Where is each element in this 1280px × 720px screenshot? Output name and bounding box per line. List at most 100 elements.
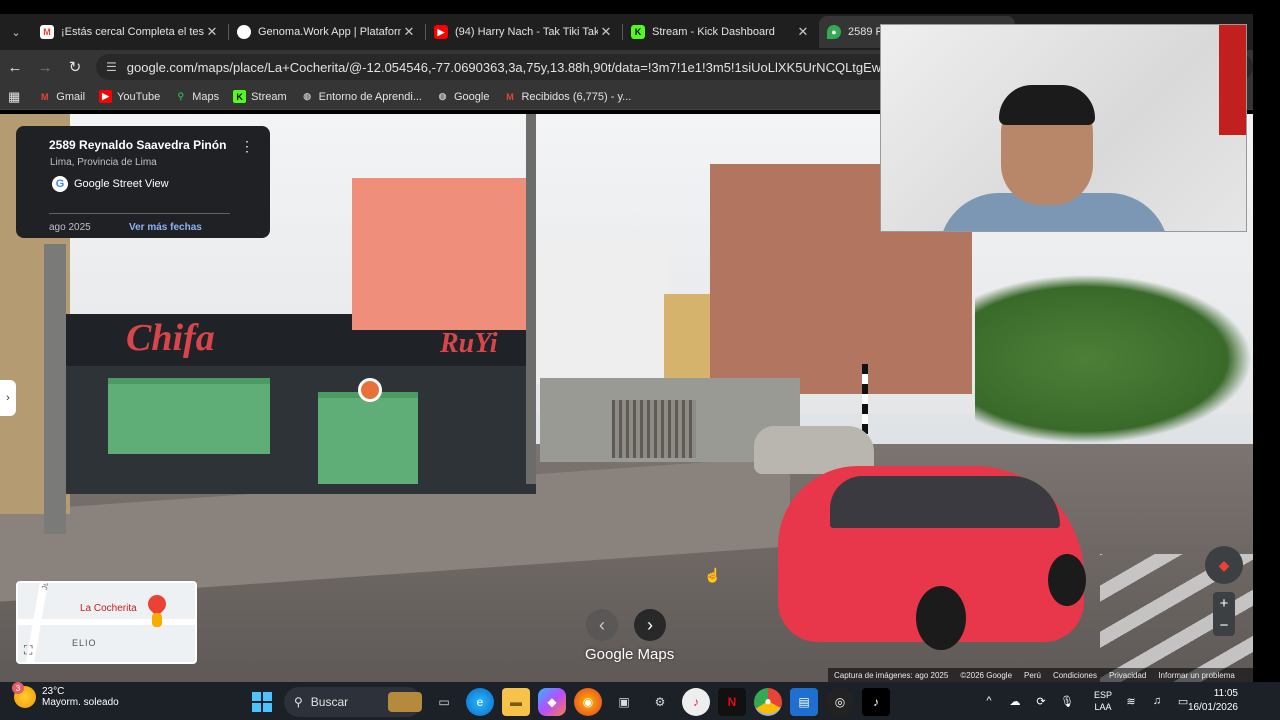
task-view-icon[interactable]: ▭ [430, 688, 458, 716]
tab-kick[interactable]: K Stream - Kick Dashboard ✕ [623, 16, 819, 48]
zoom-out-button[interactable]: − [1213, 614, 1235, 636]
bookmark-gmail[interactable]: M Gmail [38, 90, 85, 103]
bookmark-entorno[interactable]: ◍ Entorno de Aprendi... [301, 90, 422, 103]
wheel [1048, 554, 1086, 606]
time: 11:05 [1213, 688, 1238, 699]
close-icon[interactable]: ✕ [401, 24, 417, 40]
maps-icon: ● [827, 25, 841, 39]
minimap[interactable]: Juan Olaechea Arn La Cocherita ELIO ⛶ [16, 581, 197, 664]
minimap-place-label: La Cocherita [80, 603, 137, 614]
tab-title: Genoma.Work App | Plataforma [258, 26, 401, 38]
back-icon[interactable]: ← [0, 52, 30, 82]
sync-icon[interactable]: ⟳ [1032, 695, 1050, 708]
weather-widget[interactable]: 3 23°C Mayorm. soleado [12, 682, 119, 708]
bookmark-label: Stream [251, 90, 287, 103]
google-icon: G [52, 176, 68, 192]
bookmark-label: Google [454, 90, 490, 103]
search-icon: ⚲ [294, 695, 303, 709]
gate [612, 400, 696, 458]
music-icon[interactable]: ♪ [682, 688, 710, 716]
clock[interactable]: 11:05 16/01/2026 [1186, 687, 1238, 715]
zoom-in-button[interactable]: + [1213, 592, 1235, 614]
close-icon[interactable]: ✕ [204, 24, 220, 40]
minimap-area-label: ELIO [72, 638, 97, 648]
language-indicator[interactable]: ESP LAA [1094, 689, 1112, 713]
chevron-up-icon[interactable]: ^ [980, 695, 998, 707]
forward-icon[interactable]: → [30, 52, 60, 82]
tiktok-icon[interactable]: ♪ [862, 688, 890, 716]
store-icon[interactable]: ▣ [610, 688, 638, 716]
street-view-source: G Google Street View [52, 176, 169, 192]
site-info-icon[interactable]: ☰ [106, 60, 117, 74]
weather-condition: Mayorm. soleado [42, 697, 119, 708]
reload-icon[interactable]: ↻ [60, 52, 90, 82]
taskbar-search[interactable]: ⚲ Buscar [284, 687, 422, 717]
more-dates-link[interactable]: Ver más fechas [129, 222, 202, 233]
layout-code: LAA [1094, 702, 1112, 712]
compass-icon[interactable]: ◆ [1205, 546, 1243, 584]
bookmark-youtube[interactable]: ▶ YouTube [99, 90, 160, 103]
obs-icon[interactable]: ◎ [826, 688, 854, 716]
capture-credit: Captura de imágenes: ago 2025 [834, 670, 949, 680]
tab-gmail[interactable]: M ¡Estás cercal Completa el test p ✕ [32, 16, 228, 48]
hand-cursor-icon: ☝ [704, 567, 722, 583]
bookmark-recibidos[interactable]: M Recibidos (6,775) - y... [503, 90, 631, 103]
globe-icon: ◍ [303, 91, 312, 101]
gmail-icon: M [41, 91, 49, 102]
expand-panel-icon[interactable]: › [0, 380, 16, 416]
previous-arrow-icon[interactable]: ‹ [586, 609, 618, 641]
copilot-icon[interactable]: ◆ [538, 688, 566, 716]
youtube-icon: ▶ [434, 25, 448, 39]
wifi-icon[interactable]: ≋ [1122, 695, 1140, 708]
screen: ⌄ M ¡Estás cercal Completa el test p ✕ G… [0, 0, 1280, 720]
bookmark-label: Entorno de Aprendi... [318, 90, 422, 103]
tab-youtube[interactable]: ▶ (94) Harry Nach - Tak Tiki Tak (V ✕ [426, 16, 622, 48]
building-yellow [664, 294, 714, 384]
wheel [916, 586, 966, 650]
chrome-icon[interactable]: ● [754, 688, 782, 716]
bookmark-label: Recibidos (6,775) - y... [521, 90, 632, 103]
country-link[interactable]: Perú [1024, 671, 1041, 680]
search-placeholder: Buscar [310, 695, 349, 709]
windows-start-icon[interactable] [252, 692, 272, 712]
divider [49, 213, 230, 214]
bookmark-stream[interactable]: K Stream [233, 90, 287, 103]
settings-app-icon[interactable]: ⚙ [646, 688, 674, 716]
taskbar-apps: ⚲ Buscar ▭ e ▬ ◆ ◉ ▣ ⚙ ♪ N ● ▤ ◎ ♪ [248, 687, 898, 717]
next-arrow-icon[interactable]: › [634, 609, 666, 641]
close-icon[interactable]: ✕ [795, 24, 811, 40]
privacy-link[interactable]: Privacidad [1109, 671, 1146, 680]
bookmark-maps[interactable]: ⚲ Maps [174, 90, 219, 103]
netflix-icon[interactable]: N [718, 688, 746, 716]
microphone-icon[interactable]: 🎙 [1058, 695, 1076, 708]
terms-link[interactable]: Condiciones [1053, 671, 1097, 680]
report-link[interactable]: Informar un problema [1158, 671, 1234, 680]
cloud-icon[interactable]: ☁ [1006, 695, 1024, 708]
webcam-overlay [880, 24, 1247, 232]
search-highlight-icon [388, 692, 422, 712]
firefox-icon[interactable]: ◉ [574, 688, 602, 716]
building-white [528, 244, 668, 384]
url-text: google.com/maps/place/La+Cocherita/@-12.… [126, 59, 999, 75]
edge-icon[interactable]: e [466, 688, 494, 716]
app-window-icon[interactable]: ▤ [790, 688, 818, 716]
attribution-bar: Captura de imágenes: ago 2025 ©2026 Goog… [828, 668, 1253, 682]
source-label: Google Street View [74, 178, 169, 190]
green-shutter [318, 392, 418, 484]
apps-icon[interactable]: ▦ [8, 89, 20, 105]
more-options-icon[interactable]: ⋮ [240, 138, 254, 155]
notification-badge: 3 [12, 682, 24, 694]
close-icon[interactable]: ✕ [598, 24, 614, 40]
logo-google: Google [585, 646, 634, 663]
webcam-person-hair [999, 85, 1095, 125]
file-explorer-icon[interactable]: ▬ [502, 688, 530, 716]
volume-icon[interactable]: ♫ [1148, 695, 1166, 707]
sun-icon: 3 [12, 682, 36, 708]
bookmark-google[interactable]: ◍ Google [436, 90, 490, 103]
google-maps-logo: Google Maps [585, 646, 674, 663]
poi-marker-icon[interactable] [358, 378, 382, 402]
tab-search-icon[interactable]: ⌄ [0, 16, 32, 48]
tab-genoma[interactable]: Genoma.Work App | Plataforma ✕ [229, 16, 425, 48]
expand-map-icon[interactable]: ⛶ [24, 643, 32, 658]
green-shutter [108, 378, 270, 454]
